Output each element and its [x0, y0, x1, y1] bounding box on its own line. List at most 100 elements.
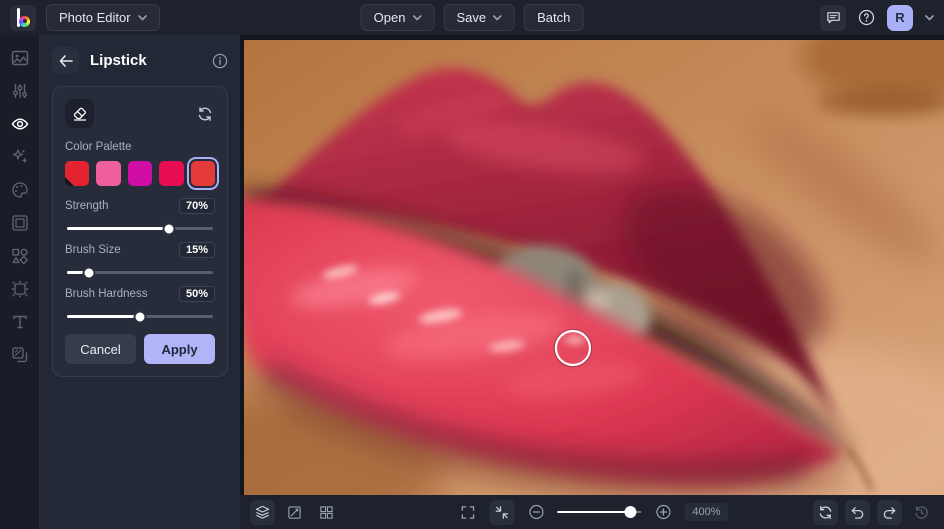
apply-button[interactable]: Apply: [144, 334, 215, 364]
logo-color-wheel-icon: [19, 16, 30, 27]
fullscreen-icon: [460, 505, 475, 520]
fit-screen-button[interactable]: [489, 500, 514, 525]
text-icon: [11, 313, 29, 331]
strength-slider[interactable]: [67, 227, 213, 230]
panel-header: Lipstick: [52, 47, 228, 74]
tool-rail: [0, 35, 40, 529]
frame-icon: [11, 214, 29, 232]
open-button[interactable]: Open: [361, 4, 435, 31]
sidebar-item-overlays[interactable]: [11, 280, 29, 298]
open-label: Open: [374, 10, 406, 25]
sidebar-item-touch-up[interactable]: [11, 115, 29, 133]
swatch-pink[interactable]: [96, 161, 120, 186]
fit-screen-icon: [494, 505, 509, 520]
brush-size-slider[interactable]: [67, 271, 213, 274]
swatch-raspberry[interactable]: [159, 161, 183, 186]
palette-icon: [11, 181, 29, 199]
redo-button[interactable]: [877, 500, 902, 525]
product-label: Photo Editor: [59, 10, 131, 25]
help-button[interactable]: [858, 9, 875, 26]
refresh-icon: [818, 505, 833, 520]
brush-size-value: 15%: [179, 242, 215, 258]
zoom-slider[interactable]: [557, 511, 641, 513]
zoom-level-badge: 400%: [684, 503, 728, 521]
zoom-slider-handle[interactable]: [625, 506, 637, 518]
transform-icon: [287, 505, 302, 520]
zoom-controls: 400%: [455, 500, 728, 525]
swatch-custom-red[interactable]: [65, 161, 89, 186]
app-logo[interactable]: [10, 5, 36, 31]
topbar-center-actions: Open Save Batch: [361, 4, 584, 31]
topbar-right-actions: R: [820, 5, 934, 31]
undo-icon: [850, 505, 865, 520]
avatar-initial: R: [895, 10, 904, 25]
feedback-button[interactable]: [820, 5, 846, 31]
slider-handle[interactable]: [163, 222, 176, 235]
lips-photo-illustration: [244, 40, 944, 495]
lipstick-panel: Lipstick: [40, 35, 240, 529]
swatch-red-selected[interactable]: [191, 161, 215, 186]
panel-title: Lipstick: [90, 52, 147, 69]
user-avatar[interactable]: R: [887, 5, 913, 31]
chevron-down-icon: [493, 15, 502, 21]
sidebar-item-artsy[interactable]: [11, 181, 29, 199]
brush-size-label: Brush Size: [65, 244, 121, 256]
save-label: Save: [456, 10, 486, 25]
comment-icon: [826, 10, 841, 25]
canvas-column: 400%: [240, 35, 944, 529]
shapes-icon: [11, 247, 29, 265]
chevron-down-icon: [412, 15, 421, 21]
info-button[interactable]: [212, 53, 228, 69]
sidebar-item-adjust[interactable]: [11, 82, 29, 100]
photo-lips: [244, 40, 944, 495]
undo-button[interactable]: [845, 500, 870, 525]
strength-value: 70%: [179, 198, 215, 214]
eraser-button[interactable]: [65, 99, 94, 128]
transform-button[interactable]: [282, 500, 307, 525]
arrow-left-icon: [59, 55, 73, 67]
color-palette: [65, 161, 215, 186]
reset-image-button[interactable]: [813, 500, 838, 525]
layers-button[interactable]: [250, 500, 275, 525]
history-button[interactable]: [909, 500, 934, 525]
eye-icon: [11, 115, 29, 133]
slider-handle[interactable]: [82, 266, 95, 279]
panel-actions: Cancel Apply: [65, 334, 215, 364]
canvas-toolbar: 400%: [240, 495, 944, 529]
account-menu-chevron-icon[interactable]: [925, 15, 934, 21]
cancel-button[interactable]: Cancel: [65, 334, 136, 364]
back-button[interactable]: [52, 47, 79, 74]
sidebar-item-text[interactable]: [11, 313, 29, 331]
main-area: Lipstick: [0, 35, 944, 529]
reset-button[interactable]: [195, 104, 215, 124]
grid-icon: [319, 505, 334, 520]
layers-icon: [255, 505, 270, 520]
product-switcher-button[interactable]: Photo Editor: [46, 4, 160, 31]
image-canvas[interactable]: [240, 35, 944, 495]
strength-slider-group: Strength 70%: [65, 198, 215, 230]
swatch-magenta[interactable]: [128, 161, 152, 186]
batch-button[interactable]: Batch: [524, 4, 583, 31]
fullscreen-button[interactable]: [455, 500, 480, 525]
textures-icon: [11, 346, 29, 364]
batch-label: Batch: [537, 10, 570, 25]
zoom-slider-fill: [557, 511, 630, 513]
zoom-in-button[interactable]: [650, 500, 675, 525]
sidebar-item-graphics[interactable]: [11, 247, 29, 265]
save-button[interactable]: Save: [443, 4, 515, 31]
sidebar-item-frames[interactable]: [11, 214, 29, 232]
slider-handle[interactable]: [134, 310, 147, 323]
card-toolbar: [65, 99, 215, 128]
sliders-icon: [11, 82, 29, 100]
sidebar-item-textures[interactable]: [11, 346, 29, 364]
sidebar-item-photo[interactable]: [11, 49, 29, 67]
minus-circle-icon: [528, 504, 544, 520]
brush-hardness-value: 50%: [179, 286, 215, 302]
zoom-out-button[interactable]: [523, 500, 548, 525]
plus-circle-icon: [655, 504, 671, 520]
grid-view-button[interactable]: [314, 500, 339, 525]
brush-hardness-slider[interactable]: [67, 315, 213, 318]
history-clock-icon: [914, 505, 929, 520]
redo-icon: [882, 505, 897, 520]
sidebar-item-effects[interactable]: [11, 148, 29, 166]
